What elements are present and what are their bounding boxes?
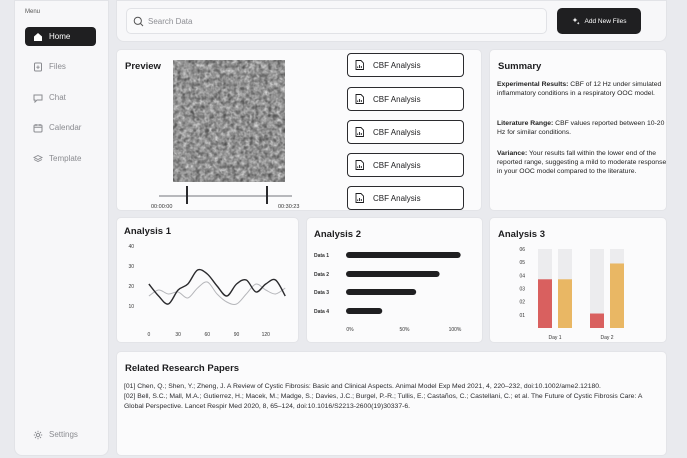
reference-item[interactable]: [01] Chen, Q.; Shen, Y.; Zheng, J. A Rev… bbox=[124, 382, 654, 392]
menu-label: Menu bbox=[25, 9, 41, 15]
document-chart-icon bbox=[355, 60, 364, 70]
document-chart-icon bbox=[355, 94, 364, 104]
sidebar-item-home[interactable]: Home bbox=[25, 27, 96, 46]
bar bbox=[590, 313, 604, 328]
y-tick-label: 04 bbox=[519, 273, 525, 279]
reference-item[interactable]: [02] Bell, S.C.; Mall, M.A.; Gutierrez, … bbox=[124, 392, 654, 412]
bar bbox=[610, 263, 624, 328]
timeline-start-handle[interactable] bbox=[186, 186, 188, 204]
y-tick-label: 30 bbox=[128, 264, 134, 270]
sidebar-item-settings[interactable]: Settings bbox=[25, 425, 96, 444]
add-new-files-button[interactable]: Add New Files bbox=[557, 8, 641, 34]
summary-title: Summary bbox=[498, 61, 542, 72]
sidebar-item-template[interactable]: Template bbox=[25, 149, 96, 168]
document-chart-icon bbox=[355, 160, 364, 170]
bar bbox=[346, 271, 440, 277]
chat-icon bbox=[33, 93, 43, 103]
summary-card: Summary Experimental Results: CBF of 12 … bbox=[489, 49, 667, 211]
sidebar-item-label: Chat bbox=[49, 93, 66, 102]
y-tick-label: 40 bbox=[128, 244, 134, 250]
cbf-analysis-label: CBF Analysis bbox=[373, 60, 421, 70]
cbf-analysis-label: CBF Analysis bbox=[373, 160, 421, 170]
sidebar-item-files[interactable]: Files bbox=[25, 57, 96, 76]
sidebar-item-label: Files bbox=[49, 62, 66, 71]
cbf-analysis-button[interactable]: CBF Analysis bbox=[347, 53, 464, 77]
bar bbox=[538, 279, 552, 328]
cbf-analysis-button[interactable]: CBF Analysis bbox=[347, 186, 464, 210]
x-tick-label: Day 2 bbox=[600, 335, 613, 341]
y-tick-label: 06 bbox=[519, 247, 525, 253]
cbf-analysis-button[interactable]: CBF Analysis bbox=[347, 153, 464, 177]
add-button-label: Add New Files bbox=[584, 17, 627, 25]
preview-card: Preview 00:00:00 00:30:23 CBF Analysis C… bbox=[116, 49, 482, 211]
search-icon bbox=[133, 16, 144, 26]
preview-title: Preview bbox=[125, 61, 161, 72]
y-tick-label: 20 bbox=[128, 284, 134, 290]
y-tick-label: 02 bbox=[519, 300, 525, 306]
bar bbox=[346, 308, 383, 314]
file-icon bbox=[33, 62, 43, 72]
sidebar-item-label: Calendar bbox=[49, 123, 82, 132]
related-research-card: Related Research Papers [01] Chen, Q.; S… bbox=[116, 351, 667, 456]
home-icon bbox=[33, 32, 43, 42]
analysis-1-card: Analysis 1 10 20 30 40 0 30 60 90 120 bbox=[116, 217, 299, 343]
series-line bbox=[148, 268, 286, 305]
x-tick-label: 90 bbox=[234, 332, 240, 338]
sidebar-item-label: Template bbox=[49, 154, 82, 163]
y-tick-label: 01 bbox=[519, 313, 525, 319]
calendar-icon bbox=[33, 123, 43, 133]
time-start: 00:00:00 bbox=[151, 204, 173, 210]
bar bbox=[346, 252, 461, 258]
y-tick-label: 05 bbox=[519, 260, 525, 266]
microscopy-preview-image[interactable] bbox=[173, 60, 285, 182]
video-timeline[interactable] bbox=[159, 195, 292, 197]
gear-icon bbox=[33, 430, 43, 440]
search-bar[interactable] bbox=[126, 8, 547, 34]
y-tick-label: 10 bbox=[128, 304, 134, 310]
timeline-end-handle[interactable] bbox=[266, 186, 268, 204]
category-label: Data 4 bbox=[314, 309, 329, 315]
sidebar: Menu Home Files Chat Calendar Template S… bbox=[14, 0, 109, 456]
related-research-title: Related Research Papers bbox=[125, 363, 240, 374]
y-tick-label: 03 bbox=[519, 287, 525, 293]
x-tick-label: 100% bbox=[449, 327, 462, 333]
time-end: 00:30:23 bbox=[278, 204, 300, 210]
x-tick-label: 50% bbox=[399, 327, 410, 333]
analysis-3-chart[interactable]: 01 02 03 04 05 06 Day 1 Day 2 bbox=[490, 218, 668, 344]
document-chart-icon bbox=[355, 193, 364, 203]
cbf-analysis-label: CBF Analysis bbox=[373, 193, 421, 203]
cbf-analysis-button[interactable]: CBF Analysis bbox=[347, 120, 464, 144]
experimental-results-text: Experimental Results: CBF of 12 Hz under… bbox=[497, 81, 662, 97]
bar bbox=[346, 289, 417, 295]
analysis-2-chart[interactable]: Data 1 Data 2 Data 3 Data 4 0% 50% 100% bbox=[307, 218, 484, 344]
analysis-3-card: Analysis 3 01 02 03 04 05 06 Day 1 Day 2 bbox=[489, 217, 667, 343]
sidebar-item-label: Home bbox=[49, 32, 71, 41]
analysis-2-card: Analysis 2 Data 1 Data 2 Data 3 Data 4 0% 50%… bbox=[306, 217, 483, 343]
settings-label: Settings bbox=[49, 430, 78, 439]
variance-text: Variance: Your results fall within the l… bbox=[497, 150, 667, 175]
x-tick-label: 30 bbox=[175, 332, 181, 338]
bar bbox=[558, 279, 572, 328]
document-chart-icon bbox=[355, 127, 364, 137]
search-input[interactable] bbox=[148, 16, 528, 26]
cbf-analysis-label: CBF Analysis bbox=[373, 94, 421, 104]
x-tick-label: 60 bbox=[205, 332, 211, 338]
reference-list: [01] Chen, Q.; Shen, Y.; Zheng, J. A Rev… bbox=[124, 382, 654, 412]
category-label: Data 2 bbox=[314, 272, 329, 278]
top-bar: Add New Files bbox=[116, 0, 667, 42]
x-tick-label: 0% bbox=[346, 327, 354, 333]
cbf-analysis-button[interactable]: CBF Analysis bbox=[347, 87, 464, 111]
category-label: Data 3 bbox=[314, 290, 329, 296]
sidebar-item-chat[interactable]: Chat bbox=[25, 88, 96, 107]
sidebar-item-calendar[interactable]: Calendar bbox=[25, 118, 96, 137]
cbf-analysis-label: CBF Analysis bbox=[373, 127, 421, 137]
layers-icon bbox=[33, 154, 43, 164]
analysis-1-chart[interactable]: 10 20 30 40 0 30 60 90 120 bbox=[117, 218, 300, 344]
category-label: Data 1 bbox=[314, 253, 329, 259]
x-tick-label: Day 1 bbox=[548, 335, 561, 341]
literature-range-text: Literature Range: CBF values reported be… bbox=[497, 120, 665, 136]
sparkle-icon bbox=[572, 17, 580, 25]
x-tick-label: 0 bbox=[147, 332, 150, 338]
x-tick-label: 120 bbox=[262, 332, 271, 338]
